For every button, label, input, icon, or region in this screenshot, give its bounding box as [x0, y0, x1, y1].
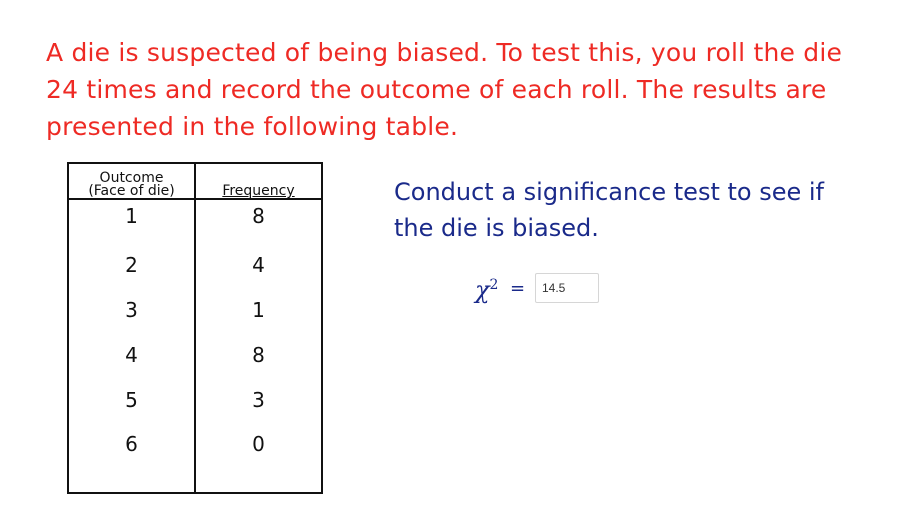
- header-outcome-line2: (Face of die): [88, 183, 175, 199]
- chi-letter: χ: [475, 276, 490, 304]
- outcome-cell: 2: [68, 242, 196, 287]
- frequency-cell: 8: [252, 342, 265, 367]
- frequency-cell: 0: [252, 432, 265, 456]
- table-row: 5 3: [68, 377, 322, 422]
- header-outcome: Outcome (Face of die): [68, 163, 196, 200]
- header-frequency: Frequency: [195, 163, 322, 200]
- prompt-line-2: the die is biased.: [394, 214, 599, 242]
- table-row: 1 8: [68, 199, 322, 242]
- problem-line-1: A die is suspected of being biased. To t…: [46, 38, 843, 67]
- chi-square-symbol: χ2: [475, 276, 498, 304]
- outcome-cell: 3: [68, 287, 196, 332]
- table-row: 3 1: [68, 287, 322, 332]
- outcome-cell: 4: [68, 332, 196, 377]
- table-row: 2 4: [68, 242, 322, 287]
- task-prompt: Conduct a significance test to see if th…: [394, 174, 824, 246]
- chi-square-answer-input[interactable]: [535, 273, 599, 303]
- outcome-cell: 6: [68, 422, 196, 493]
- frequency-table: Outcome (Face of die) Frequency 1 8 2 4 …: [67, 162, 323, 494]
- equals-sign: =: [510, 278, 526, 299]
- prompt-line-1: Conduct a significance test to see if: [394, 178, 824, 206]
- table-row: 4 8: [68, 332, 322, 377]
- problem-line-3: presented in the following table.: [46, 112, 459, 141]
- frequency-cell: 1: [252, 297, 265, 322]
- outcome-cell: 5: [68, 377, 196, 422]
- frequency-cell: 8: [252, 204, 265, 228]
- outcome-cell: 1: [68, 199, 196, 242]
- problem-line-2: 24 times and record the outcome of each …: [46, 75, 827, 104]
- chi-exponent: 2: [489, 277, 499, 293]
- header-frequency-label: Frequency: [222, 183, 295, 199]
- table-row: 6 0: [68, 422, 322, 493]
- frequency-cell: 3: [252, 387, 265, 412]
- table-header-row: Outcome (Face of die) Frequency: [68, 163, 322, 200]
- problem-statement: A die is suspected of being biased. To t…: [46, 34, 866, 145]
- frequency-cell: 4: [252, 252, 265, 277]
